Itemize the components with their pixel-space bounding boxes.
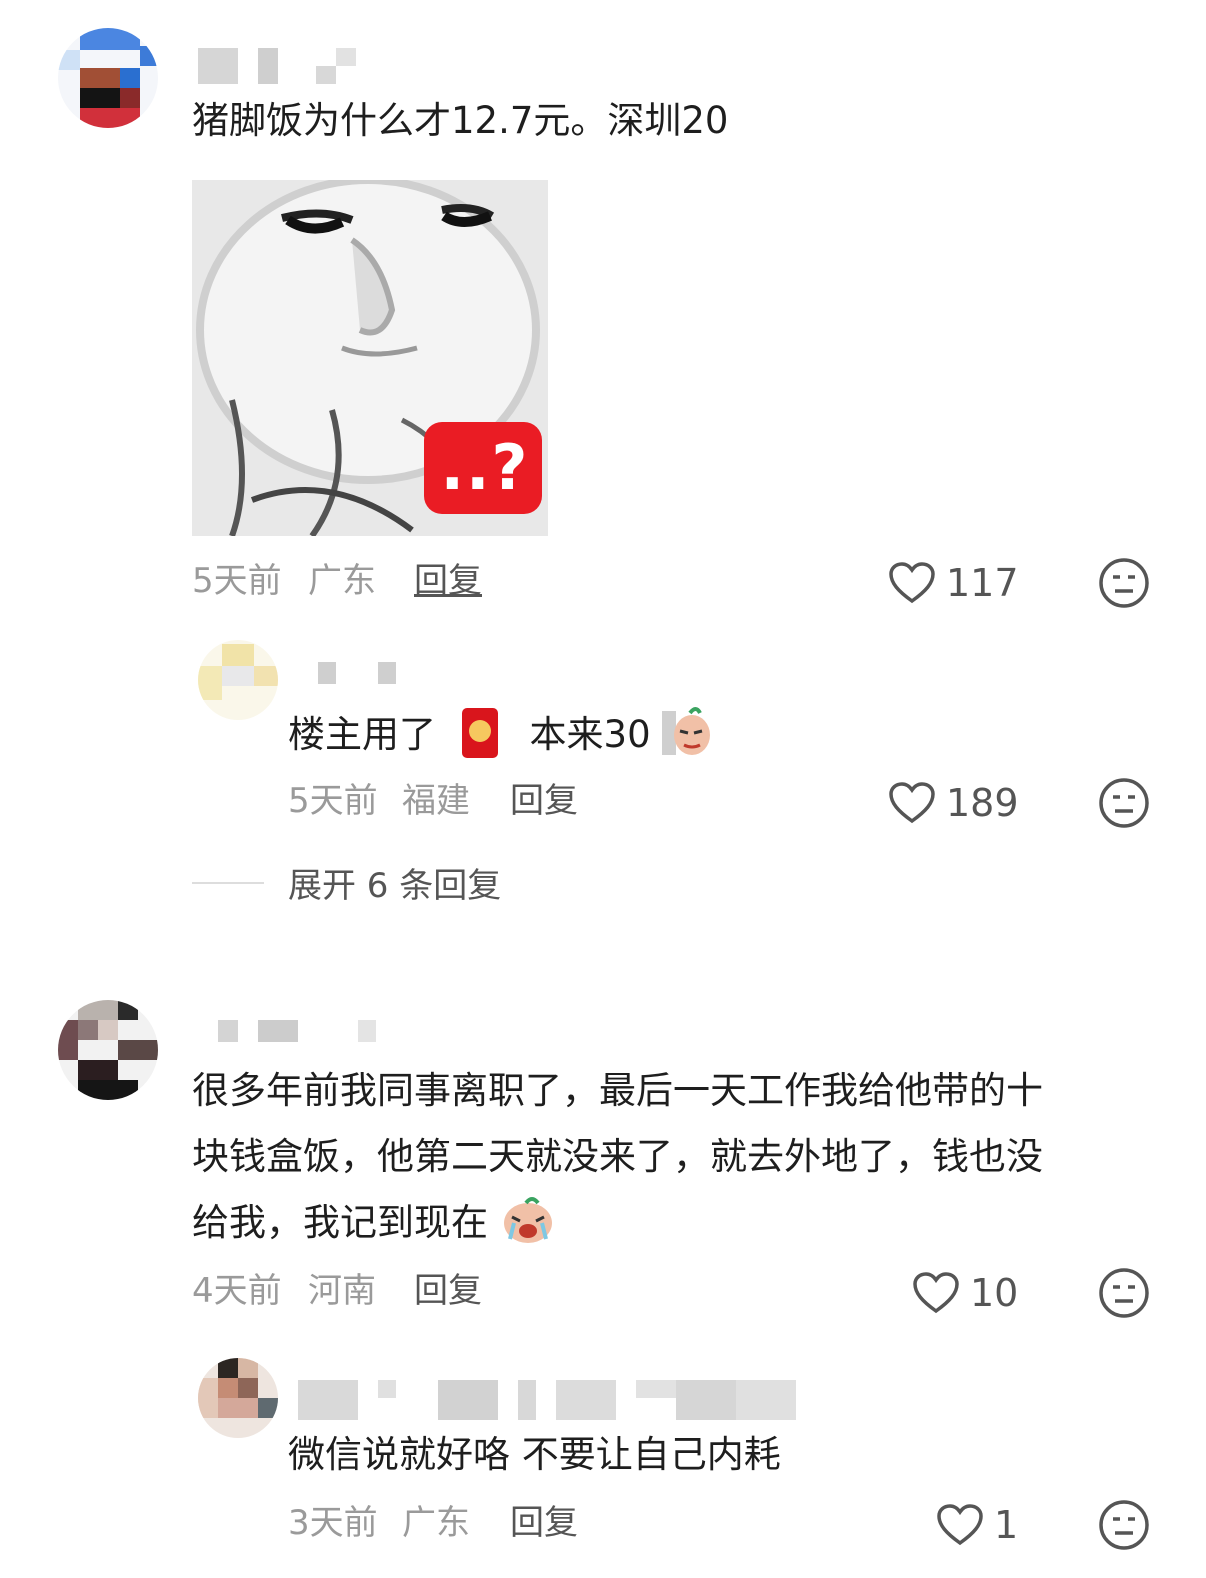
reply-location: 广东	[402, 1503, 470, 1543]
avatar[interactable]	[58, 1000, 158, 1100]
comment-location: 广东	[308, 561, 376, 601]
question-badge-text: ..?	[440, 431, 530, 504]
comment-text-line-3: 给我，我记到现在	[192, 1190, 556, 1256]
reply-text: 微信说就好咯 不要让自己内耗	[288, 1433, 781, 1476]
reply-text-before: 楼主用了	[288, 713, 436, 756]
comment-text: 猪脚饭为什么才12.7元。深圳20	[192, 99, 729, 142]
neutral-face-icon[interactable]	[1098, 557, 1150, 609]
like-count: 10	[970, 1271, 1019, 1315]
expand-replies-label: 展开 6 条回复	[288, 866, 502, 906]
like-count: 189	[946, 781, 1019, 825]
reply-button[interactable]: 回复	[510, 778, 578, 824]
reply-time: 3天前	[288, 1503, 378, 1543]
comment-time: 5天前	[192, 561, 282, 601]
reply-time: 5天前	[288, 781, 378, 821]
meme-image[interactable]: ..?	[192, 180, 548, 536]
heart-outline-icon	[937, 1504, 983, 1546]
like-button[interactable]: 117	[888, 558, 1019, 608]
reply-button[interactable]: 回复	[510, 1500, 578, 1546]
comment-text-line-1: 很多年前我同事离职了，最后一天工作我给他带的十	[192, 1069, 1043, 1112]
crying-sticker-emoji	[503, 1196, 552, 1243]
like-button[interactable]: 1	[936, 1500, 1018, 1550]
peeking-sticker-emoji	[662, 706, 711, 755]
like-count: 1	[994, 1503, 1019, 1547]
reply-button[interactable]: 回复	[414, 558, 482, 604]
avatar[interactable]	[198, 1358, 278, 1438]
username-blurred[interactable]	[218, 1020, 378, 1042]
reply-location: 福建	[402, 781, 470, 821]
username-blurred[interactable]	[318, 662, 398, 684]
heart-outline-icon	[889, 562, 935, 604]
username-blurred[interactable]	[298, 1380, 818, 1420]
expand-divider	[192, 881, 264, 884]
username-blurred[interactable]	[198, 48, 358, 84]
reply-button[interactable]: 回复	[414, 1268, 482, 1314]
avatar[interactable]	[198, 640, 278, 720]
reply-text: 楼主用了 本来30	[288, 702, 712, 768]
avatar[interactable]	[58, 28, 158, 128]
comment-text-line-3-content: 给我，我记到现在	[192, 1201, 488, 1244]
like-button[interactable]: 189	[888, 778, 1019, 828]
comment-time: 4天前	[192, 1271, 282, 1311]
reply-text-after: 本来30	[529, 713, 651, 756]
expand-replies-button[interactable]: 展开 6 条回复	[192, 858, 501, 907]
red-envelope-emoji	[461, 707, 498, 758]
comment-location: 河南	[308, 1271, 376, 1311]
neutral-face-icon[interactable]	[1098, 1267, 1150, 1319]
comment-text-line-2: 块钱盒饭，他第二天就没来了，就去外地了，钱也没	[192, 1135, 1043, 1178]
neutral-face-icon[interactable]	[1098, 777, 1150, 829]
neutral-face-icon[interactable]	[1098, 1499, 1150, 1551]
like-button[interactable]: 10	[912, 1268, 1018, 1318]
heart-outline-icon	[913, 1272, 959, 1314]
heart-outline-icon	[889, 782, 935, 824]
like-count: 117	[946, 561, 1019, 605]
